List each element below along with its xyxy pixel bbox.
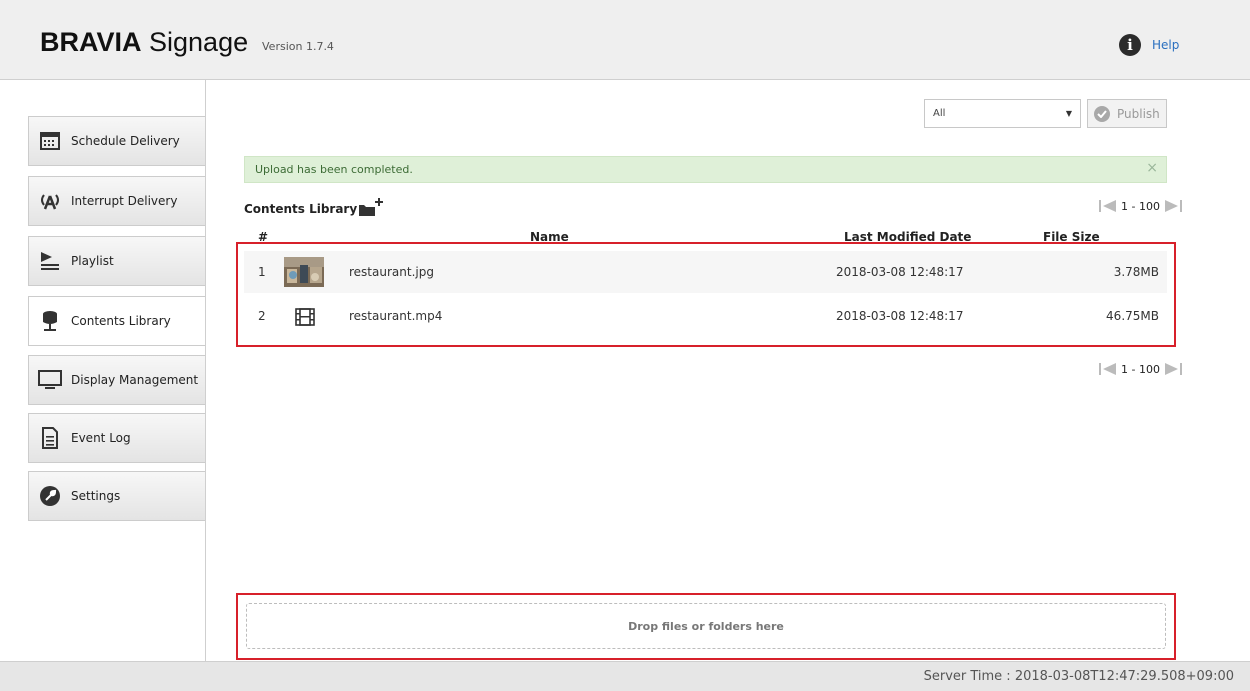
column-header-modified[interactable]: Last Modified Date (844, 230, 971, 244)
brand-logo: BRAVIA Signage (40, 27, 248, 58)
last-page-icon[interactable] (1163, 362, 1183, 376)
info-icon[interactable]: i (1119, 34, 1141, 56)
brand-name-strong: BRAVIA (40, 27, 142, 57)
success-alert: Upload has been completed. × (244, 156, 1167, 183)
sidebar-item-label: Settings (71, 489, 121, 503)
file-name[interactable]: restaurant.mp4 (349, 309, 442, 323)
table-row[interactable]: 1 restaurant.jpg 2018-03-08 12:48:17 3.7… (244, 251, 1167, 293)
sidebar-item-label: Contents Library (71, 314, 171, 328)
file-size: 46.75MB (1106, 309, 1159, 323)
file-name[interactable]: restaurant.jpg (349, 265, 434, 279)
table-row[interactable]: 2 restaurant.mp4 2018-03-08 12:48:17 46.… (244, 295, 1167, 337)
version-label: Version 1.7.4 (262, 40, 334, 53)
server-time: Server Time : 2018-03-08T12:47:29.508+09… (923, 669, 1234, 684)
modified-date: 2018-03-08 12:48:17 (836, 265, 964, 279)
monitor-icon (38, 368, 62, 392)
column-header-index: # (258, 230, 269, 244)
sidebar-item-label: Interrupt Delivery (71, 194, 178, 208)
film-icon (295, 308, 315, 329)
wrench-icon (38, 484, 62, 508)
table-header: # Name Last Modified Date File Size (244, 229, 1167, 249)
broadcast-icon (38, 189, 62, 213)
sidebar: Schedule Delivery Interrupt Delivery Pla… (0, 80, 206, 661)
pager-range: 1 - 100 (1121, 199, 1160, 213)
close-icon[interactable]: × (1146, 160, 1158, 176)
new-folder-icon[interactable] (358, 197, 384, 221)
document-icon (38, 426, 62, 450)
pager-range: 1 - 100 (1121, 362, 1160, 376)
file-size: 3.78MB (1113, 265, 1159, 279)
filter-select-value: All (933, 108, 946, 119)
app-header: BRAVIA Signage Version 1.7.4 i Help (0, 0, 1250, 80)
sidebar-item-contents-library[interactable]: Contents Library (28, 296, 205, 346)
row-index: 1 (258, 265, 266, 279)
sidebar-item-label: Event Log (71, 431, 131, 445)
sidebar-item-playlist[interactable]: Playlist (28, 236, 205, 286)
column-header-name[interactable]: Name (530, 230, 569, 244)
sidebar-item-settings[interactable]: Settings (28, 471, 205, 521)
dropzone-label: Drop files or folders here (628, 619, 784, 633)
playlist-icon (38, 249, 62, 273)
pager-bottom: 1 - 100 (1098, 362, 1183, 376)
brand-name-light: Signage (141, 27, 249, 57)
publish-button-label: Publish (1117, 106, 1160, 121)
pager-top: 1 - 100 (1098, 199, 1183, 213)
row-index: 2 (258, 309, 266, 323)
sidebar-item-interrupt-delivery[interactable]: Interrupt Delivery (28, 176, 205, 226)
publish-button[interactable]: Publish (1087, 99, 1167, 128)
first-page-icon[interactable] (1098, 362, 1118, 376)
file-dropzone[interactable]: Drop files or folders here (246, 603, 1166, 649)
footer: Server Time : 2018-03-08T12:47:29.508+09… (0, 661, 1250, 691)
column-header-size[interactable]: File Size (1043, 230, 1100, 244)
modified-date: 2018-03-08 12:48:17 (836, 309, 964, 323)
section-title: Contents Library (244, 202, 358, 216)
check-circle-icon (1094, 105, 1110, 122)
sidebar-item-label: Playlist (71, 254, 114, 268)
database-icon (38, 309, 62, 333)
first-page-icon[interactable] (1098, 199, 1118, 213)
image-thumbnail (284, 257, 324, 290)
filter-select[interactable]: All ▼ (924, 99, 1081, 128)
caret-down-icon: ▼ (1065, 109, 1072, 118)
alert-message: Upload has been completed. (255, 163, 413, 176)
sidebar-item-label: Display Management (71, 373, 199, 387)
calendar-icon (38, 129, 62, 153)
sidebar-item-display-management[interactable]: Display Management (28, 355, 205, 405)
help-link[interactable]: Help (1152, 38, 1179, 52)
sidebar-item-schedule-delivery[interactable]: Schedule Delivery (28, 116, 205, 166)
last-page-icon[interactable] (1163, 199, 1183, 213)
sidebar-item-event-log[interactable]: Event Log (28, 413, 205, 463)
sidebar-item-label: Schedule Delivery (71, 134, 180, 148)
